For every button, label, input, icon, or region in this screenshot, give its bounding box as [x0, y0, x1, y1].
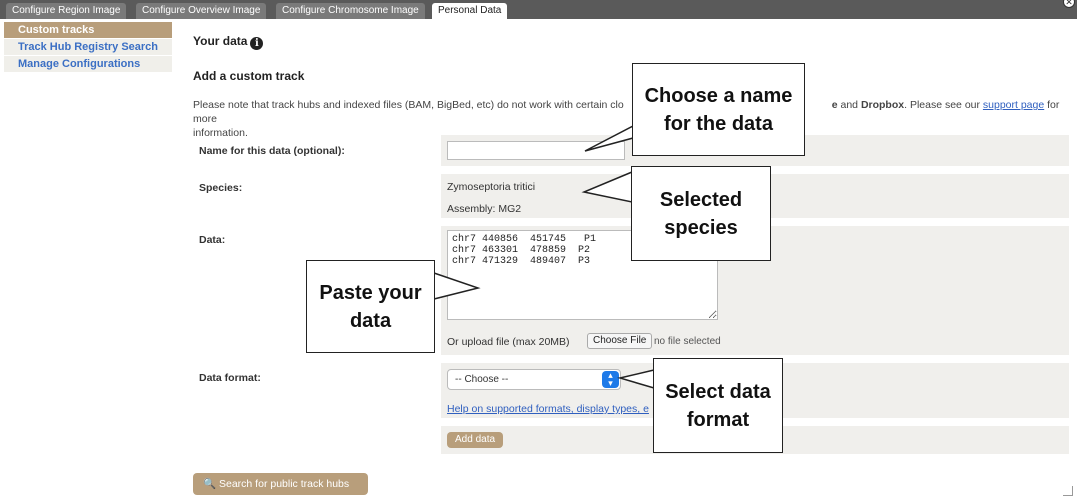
callout-format-line1: Select data — [665, 381, 771, 403]
callout-paste-data: Paste your data — [306, 260, 435, 353]
note-text-1: Please note that track hubs and indexed … — [193, 99, 624, 111]
callout-choose-name-line2: for the data — [664, 113, 773, 135]
note-text-5: information. — [193, 127, 248, 139]
assembly-value: Assembly: MG2 — [447, 203, 522, 215]
species-label: Species: — [199, 182, 243, 194]
data-format-select[interactable]: -- Choose -- ▴ ▾ — [447, 369, 621, 390]
tab-configure-overview-image[interactable]: Configure Overview Image — [136, 3, 267, 19]
sidebar-item-track-hub-registry-search[interactable]: Track Hub Registry Search — [4, 39, 172, 55]
callout-choose-name-line1: Choose a name — [644, 85, 793, 107]
callout-species-line1: Selected — [659, 189, 743, 211]
search-hubs-label: Search for public track hubs — [219, 478, 350, 490]
page-title-text: Your data — [193, 34, 248, 48]
section-title: Add a custom track — [193, 69, 305, 83]
name-label: Name for this data (optional): — [199, 145, 345, 157]
choose-file-button[interactable]: Choose File — [587, 333, 653, 349]
sidebar-item-custom-tracks[interactable]: Custom tracks — [4, 22, 172, 38]
callout-select-format: Select data format — [653, 358, 783, 453]
close-icon[interactable]: ✕ — [1063, 0, 1075, 8]
tab-configure-region-image[interactable]: Configure Region Image — [6, 3, 127, 19]
format-selected-value: -- Choose -- — [455, 374, 509, 385]
note-bold-dropbox: Dropbox — [860, 99, 905, 111]
select-arrows-icon: ▴ ▾ — [602, 371, 619, 388]
species-value: Zymoseptoria tritici — [447, 181, 536, 193]
info-icon[interactable]: i — [250, 37, 264, 50]
name-input[interactable] — [447, 141, 625, 160]
sidebar-item-manage-configurations[interactable]: Manage Configurations — [4, 56, 172, 72]
file-status: no file selected — [654, 336, 721, 347]
upload-label: Or upload file (max 20MB) — [447, 336, 570, 348]
callout-paste-line2: data — [349, 310, 392, 332]
sidebar: Custom tracks Track Hub Registry Search … — [4, 22, 172, 73]
add-data-button[interactable]: Add data — [447, 432, 504, 448]
search-icon: 🔍 — [203, 478, 217, 490]
tab-configure-chromosome-image[interactable]: Configure Chromosome Image — [276, 3, 425, 19]
tab-personal-data[interactable]: Personal Data — [432, 3, 508, 19]
data-label: Data: — [199, 234, 226, 246]
callout-species-line2: species — [664, 217, 738, 239]
help-formats-link[interactable]: Help on supported formats, display types… — [447, 403, 649, 415]
format-label: Data format: — [199, 372, 261, 384]
support-page-link[interactable]: support page — [983, 99, 1044, 111]
note-text-3: . Please see our — [904, 99, 983, 111]
callout-selected-species: Selected species — [631, 166, 771, 261]
resize-grip-icon[interactable] — [1063, 486, 1073, 496]
callout-paste-line1: Paste your — [319, 282, 422, 304]
note-text-2: and — [837, 99, 861, 111]
callout-format-line2: format — [686, 409, 750, 431]
tab-bar: Configure Region Image Configure Overvie… — [0, 0, 1077, 19]
page-title: Your data i — [193, 34, 264, 50]
search-public-track-hubs-button[interactable]: 🔍 Search for public track hubs — [193, 473, 368, 495]
callout-choose-name: Choose a name for the data — [632, 63, 805, 156]
